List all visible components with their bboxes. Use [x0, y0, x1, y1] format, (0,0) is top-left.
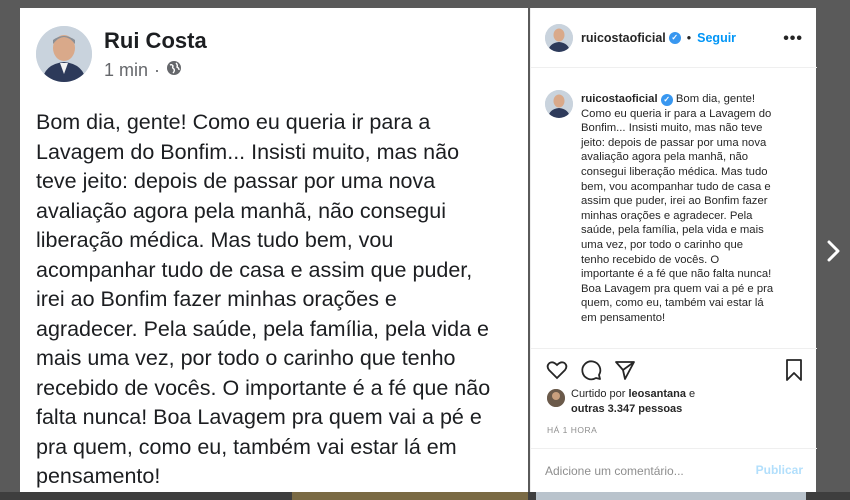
header-user-row: ruicostaoficial ✓ • Seguir — [581, 31, 736, 45]
background-photo — [536, 492, 806, 500]
post-line: Lavagem do Bonfim... Insisti muito, mas … — [36, 139, 460, 164]
post-line: avaliação agora pela manhã, não consegui — [36, 198, 446, 223]
verified-badge-icon: ✓ — [668, 32, 681, 44]
follow-button[interactable]: Seguir — [697, 31, 736, 45]
publish-button[interactable]: Publicar — [756, 463, 803, 477]
caption-text: Bom dia, gente! — [675, 93, 756, 105]
post-line: Bom dia, gente! Como eu queria ir para a — [36, 110, 431, 134]
heart-icon[interactable] — [545, 358, 569, 387]
facebook-post-card: Rui Costa 1 min · Bom dia, gente! Como e… — [20, 8, 528, 492]
comment-icon[interactable] — [579, 358, 603, 387]
author-name[interactable]: Rui Costa — [104, 28, 207, 54]
post-line: irei ao Bonfim fazer minhas orações e — [36, 287, 397, 311]
caption-line: bem, vou acompanhar tudo de casa e — [581, 180, 771, 193]
post-line: pensamento! — [36, 464, 161, 488]
author-avatar[interactable] — [36, 26, 92, 82]
post-line: falta nunca! Boa Lavagem pra quem vai a … — [36, 405, 482, 429]
caption-line: Bonfim... Insisti muito, mas não teve — [581, 122, 763, 135]
post-time[interactable]: 1 min — [104, 60, 148, 81]
caption-first-line: ruicostaoficial ✓ Bom dia, gente! — [581, 92, 807, 107]
caption-line: tenho recebido de vocês. O — [581, 253, 720, 266]
post-line: mais uma vez, por todo o carinho que ten… — [36, 346, 456, 370]
caption-line: Como eu queria ir para a Lavagem do — [581, 107, 772, 120]
more-options-icon[interactable]: ••• — [783, 30, 803, 48]
caption-line: Boa Lavagem pra quem vai a pé e pra — [581, 282, 774, 295]
caption-line: quem, como eu, também vai estar lá — [581, 297, 764, 310]
profile-avatar[interactable] — [545, 24, 573, 52]
liked-by-prefix: Curtido por — [571, 388, 626, 400]
post-meta: 1 min · — [104, 60, 182, 81]
instagram-post-panel: ruicostaoficial ✓ • Seguir ••• ruicostao… — [530, 8, 817, 492]
caption-line: assim que puder, irei ao Bonfim fazer — [581, 195, 768, 208]
chevron-right-icon[interactable] — [824, 236, 844, 266]
verified-badge-icon: ✓ — [660, 94, 673, 106]
header-username[interactable]: ruicostaoficial — [581, 31, 666, 45]
post-line: acompanhar tudo de casa e assim que pude… — [36, 257, 473, 282]
caption-line: em pensamento! — [581, 311, 666, 324]
post-line: pra quem, como eu, também vai estar lá e… — [36, 434, 457, 459]
separator-dot: • — [686, 31, 692, 45]
instagram-header: ruicostaoficial ✓ • Seguir ••• — [531, 8, 817, 68]
liked-by-others[interactable]: outras 3.347 pessoas — [571, 403, 682, 415]
share-icon[interactable] — [613, 358, 637, 387]
caption-line: minhas orações e agradecer. Pela — [581, 209, 753, 222]
globe-icon[interactable] — [166, 60, 182, 81]
background-page-strip — [0, 492, 850, 500]
caption-line: saúde, pela família, pela vida e mais — [581, 224, 764, 237]
caption-line: consegui liberação médica. Mas tudo — [581, 165, 768, 178]
post-line: teve jeito: depois de passar por uma nov… — [36, 169, 436, 193]
liker-avatar[interactable] — [547, 389, 565, 407]
comment-input[interactable] — [545, 462, 735, 480]
caption-line: avaliação agora pela manhã, não — [581, 151, 749, 164]
caption-line: importante é a fé que não falta nunca! — [581, 268, 772, 281]
bookmark-icon[interactable] — [783, 358, 805, 387]
post-line: liberação médica. Mas tudo bem, vou — [36, 228, 394, 252]
caption: ruicostaoficial ✓ Bom dia, gente! Como e… — [581, 92, 807, 326]
post-line: recebido de vocês. O importante é a fé q… — [36, 375, 491, 400]
comment-bar: Publicar — [531, 448, 817, 492]
caption-line: uma vez, por todo o carinho que — [581, 238, 744, 251]
post-text: Bom dia, gente! Como eu queria ir para a… — [36, 108, 520, 492]
separator-dot: · — [154, 60, 161, 80]
caption-avatar[interactable] — [545, 90, 573, 118]
likes-summary: Curtido por leosantana e outras 3.347 pe… — [571, 387, 771, 417]
post-timestamp[interactable]: HÁ 1 HORA — [547, 425, 597, 435]
caption-line: jeito: depois de passar por uma nova — [581, 136, 767, 149]
liked-by-user[interactable]: leosantana — [628, 388, 685, 400]
caption-username[interactable]: ruicostaoficial — [581, 93, 658, 105]
liked-by-and: e — [689, 388, 696, 400]
post-line: agradecer. Pela saúde, pela família, pel… — [36, 316, 489, 341]
background-photo — [292, 492, 528, 500]
